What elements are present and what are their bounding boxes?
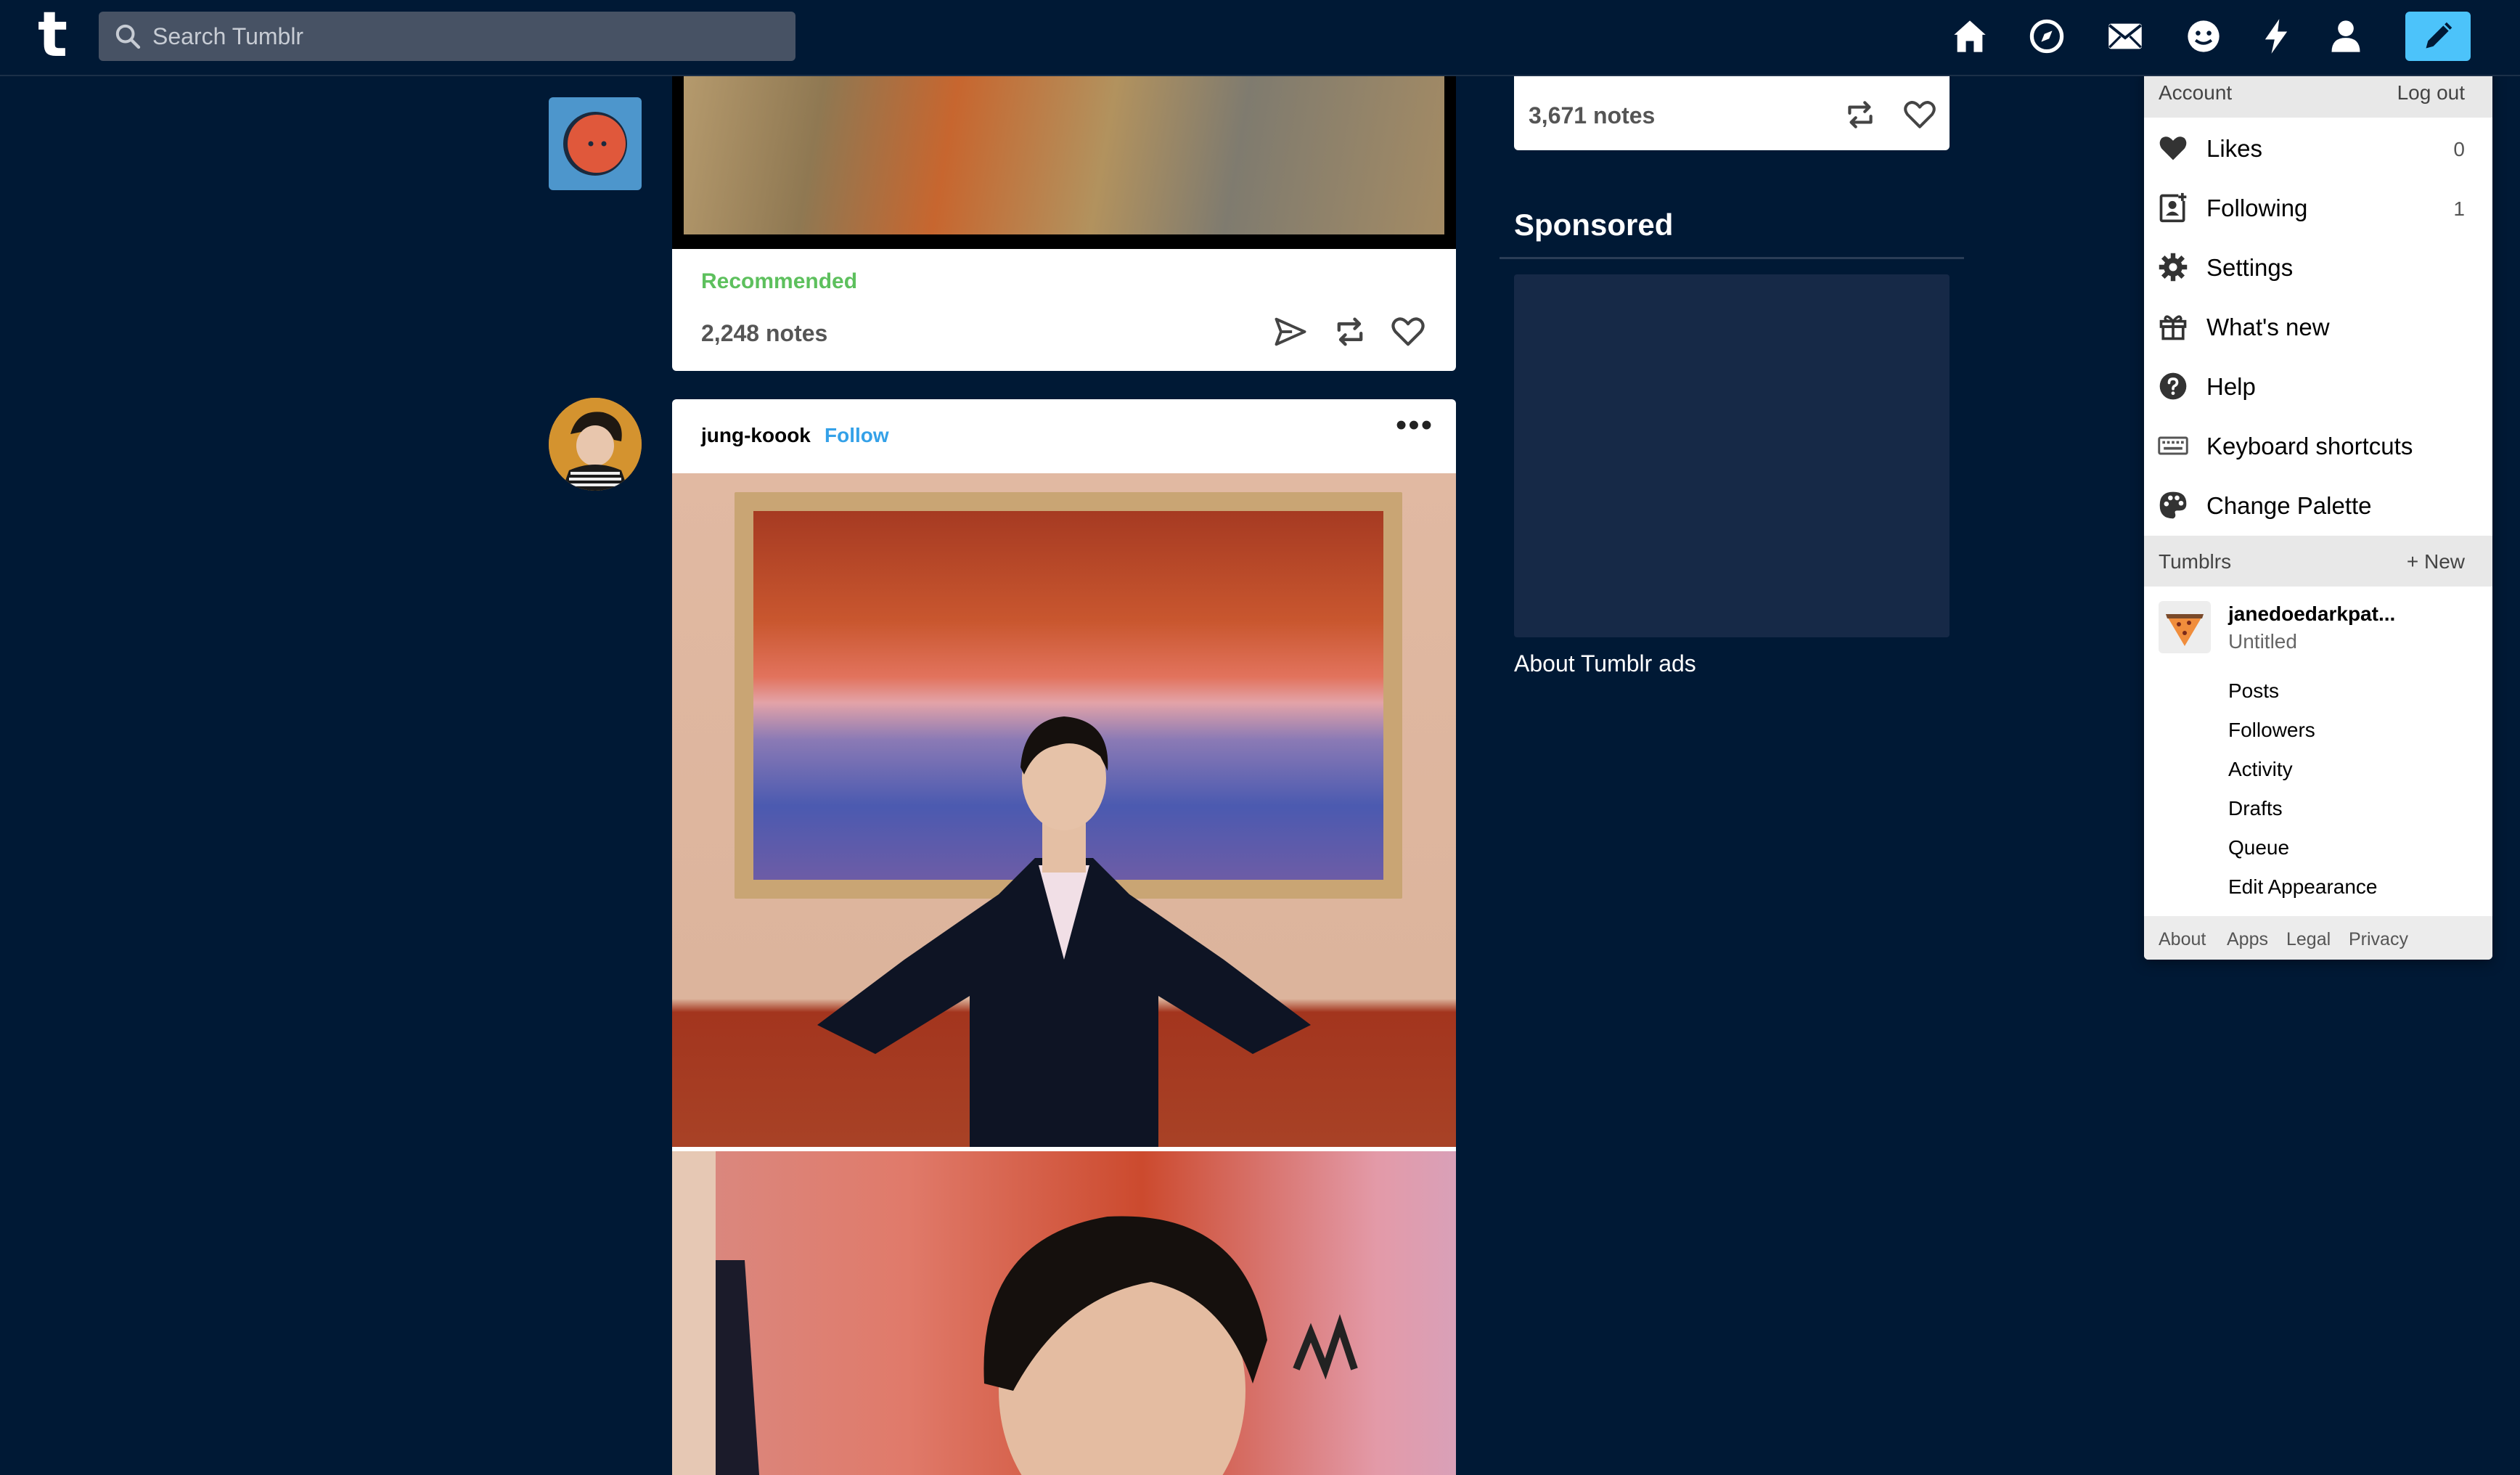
post-blog-name[interactable]: jung-koook — [701, 424, 811, 447]
jung-koook-avatar[interactable] — [549, 398, 642, 491]
footer-link-privacy[interactable]: Privacy — [2349, 929, 2408, 950]
footer-link-legal[interactable]: Legal — [2286, 929, 2331, 950]
recommended-blog-avatar[interactable] — [549, 97, 642, 190]
post-photo-1[interactable] — [672, 473, 1456, 1147]
tumblr-logo[interactable]: t — [38, 4, 78, 66]
menu-item-label: Likes — [2206, 135, 2263, 162]
post-image[interactable] — [672, 76, 1456, 249]
inbox-icon[interactable] — [2106, 17, 2144, 55]
menu-item-label: Help — [2206, 373, 2256, 400]
tumblrs-label: Tumblrs — [2159, 550, 2232, 573]
about-ads-link[interactable]: About Tumblr ads — [1514, 650, 1696, 677]
blog-link-posts[interactable]: Posts — [2228, 679, 2279, 703]
menu-item-settings[interactable]: Settings — [2144, 237, 2492, 296]
menu-item-label: Change Palette — [2206, 492, 2372, 519]
following-icon — [2157, 192, 2189, 224]
notes-count[interactable]: 2,248 notes — [701, 320, 827, 347]
search-input[interactable] — [152, 12, 777, 61]
heart-icon — [2157, 132, 2189, 164]
blog-entry[interactable]: janedoedarkpat... Untitled — [2144, 589, 2492, 669]
logout-button[interactable]: Log out — [2397, 81, 2465, 105]
compose-button[interactable] — [2405, 12, 2471, 61]
tumblr-dashboard: t Search Tumblr Recommended 2,248 notes … — [0, 0, 2520, 1475]
gear-icon — [2157, 251, 2189, 283]
new-tumblr-button[interactable]: + New — [2407, 550, 2465, 573]
person-figure — [817, 716, 1311, 1147]
keyboard-icon — [2157, 430, 2189, 462]
search-box[interactable] — [99, 12, 795, 61]
menu-footer: About Apps Legal Privacy — [2144, 916, 2492, 960]
recommended-label: Recommended — [701, 269, 858, 293]
recommended-post: Recommended 2,248 notes — [672, 76, 1456, 371]
pencil-icon — [2426, 22, 2452, 49]
blog-link-activity[interactable]: Activity — [2228, 758, 2293, 781]
menu-item-likes[interactable]: Likes 0 — [2144, 118, 2492, 177]
search-icon — [115, 24, 141, 49]
post-photo-2[interactable] — [672, 1151, 1456, 1475]
menu-item-help[interactable]: Help — [2144, 356, 2492, 415]
palette-icon — [2157, 489, 2189, 521]
blog-avatar — [2159, 601, 2211, 653]
account-label: Account — [2159, 81, 2233, 104]
footer-link-about[interactable]: About — [2159, 929, 2206, 950]
account-icon[interactable] — [2327, 17, 2365, 55]
blog-link-queue[interactable]: Queue — [2228, 836, 2289, 859]
footer-link-apps[interactable]: Apps — [2227, 929, 2268, 950]
menu-item-change-palette[interactable]: Change Palette — [2144, 475, 2492, 534]
person-closeup — [672, 1151, 1358, 1475]
explore-icon[interactable] — [2028, 17, 2066, 55]
ad-placeholder[interactable] — [1514, 274, 1950, 637]
top-nav-bar: t — [0, 0, 2520, 76]
avatar-photo — [549, 398, 642, 491]
reblog-icon[interactable] — [1842, 97, 1878, 133]
menu-item-label: Following — [2206, 195, 2308, 221]
share-icon[interactable] — [1272, 313, 1309, 351]
menu-item-whats-new[interactable]: What's new — [2144, 296, 2492, 356]
jung-koook-post: jung-koook Follow ••• — [672, 399, 1456, 1475]
messages-icon[interactable] — [2185, 17, 2222, 55]
blog-avatar-image — [563, 112, 627, 176]
help-icon — [2157, 370, 2189, 402]
menu-item-count: 0 — [2453, 138, 2465, 160]
like-icon[interactable] — [1902, 97, 1938, 133]
reblog-icon[interactable] — [1331, 313, 1369, 351]
more-options-icon[interactable]: ••• — [1395, 409, 1434, 446]
blog-link-edit-appearance[interactable]: Edit Appearance — [2228, 875, 2378, 899]
activity-icon[interactable] — [2257, 17, 2295, 55]
tumblrs-header: Tumblrs + New — [2144, 536, 2492, 587]
blog-link-followers[interactable]: Followers — [2228, 719, 2315, 742]
account-menu: Account Log out Likes 0 Following 1 Sett… — [2144, 67, 2492, 960]
menu-item-keyboard-shortcuts[interactable]: Keyboard shortcuts — [2144, 415, 2492, 475]
menu-item-label: Settings — [2206, 254, 2294, 281]
sidebar-post-footer: 3,671 notes — [1514, 76, 1950, 150]
menu-item-count: 1 — [2453, 197, 2465, 220]
gift-icon — [2157, 311, 2189, 343]
menu-item-label: Keyboard shortcuts — [2206, 433, 2413, 459]
sponsored-heading: Sponsored — [1514, 208, 1674, 242]
blog-title: Untitled — [2228, 630, 2297, 653]
menu-item-label: What's new — [2206, 314, 2330, 340]
blog-link-drafts[interactable]: Drafts — [2228, 797, 2283, 820]
home-icon[interactable] — [1951, 17, 1989, 55]
follow-button[interactable]: Follow — [825, 424, 889, 447]
sponsored-divider — [1500, 257, 1964, 259]
notes-count[interactable]: 3,671 notes — [1529, 102, 1655, 129]
blog-name: janedoedarkpat... — [2228, 602, 2396, 625]
like-icon[interactable] — [1389, 313, 1427, 351]
menu-item-following[interactable]: Following 1 — [2144, 177, 2492, 237]
